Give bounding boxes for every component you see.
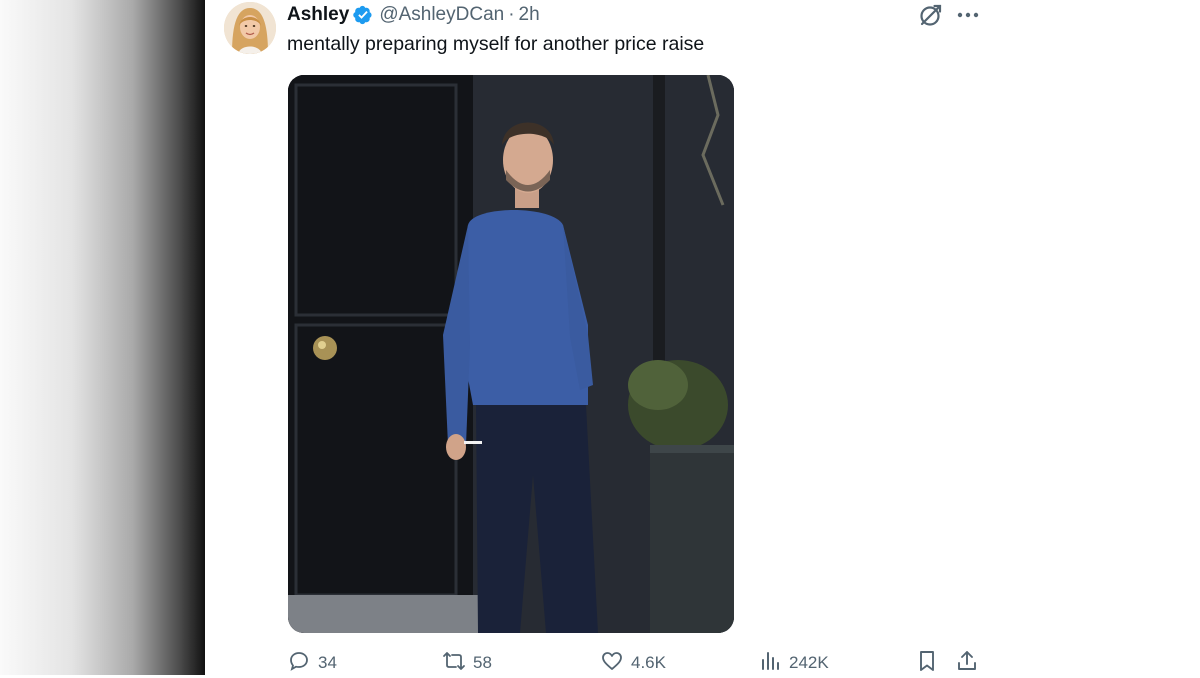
reply-count: 34 bbox=[318, 653, 337, 672]
like-button[interactable]: 4.6K bbox=[600, 648, 666, 678]
avatar[interactable] bbox=[224, 2, 276, 54]
reply-icon bbox=[287, 649, 311, 678]
repost-count: 58 bbox=[473, 653, 492, 672]
analytics-icon bbox=[758, 649, 782, 678]
tweet-photo[interactable] bbox=[288, 75, 734, 633]
tweet-actions: 34 58 4.6K 242K bbox=[205, 648, 1200, 678]
verified-badge-icon bbox=[353, 5, 373, 25]
tweet-header: Ashley @AshleyDCan · 2h bbox=[287, 2, 540, 28]
reply-button[interactable]: 34 bbox=[287, 648, 337, 678]
grok-icon[interactable] bbox=[918, 2, 944, 28]
like-count: 4.6K bbox=[631, 653, 666, 672]
author-handle[interactable]: @AshleyDCan bbox=[379, 4, 504, 26]
repost-icon bbox=[442, 649, 466, 678]
timestamp[interactable]: 2h bbox=[519, 4, 540, 26]
bookmark-icon bbox=[915, 649, 939, 678]
author-name[interactable]: Ashley bbox=[287, 4, 349, 26]
share-icon bbox=[955, 649, 979, 678]
more-icon[interactable] bbox=[955, 2, 981, 28]
views-count: 242K bbox=[789, 653, 829, 672]
heart-icon bbox=[600, 649, 624, 678]
left-background-shade bbox=[0, 0, 205, 675]
separator-dot: · bbox=[508, 4, 515, 25]
tweet-text: mentally preparing myself for another pr… bbox=[287, 33, 705, 55]
bookmark-button[interactable] bbox=[915, 648, 939, 678]
share-button[interactable] bbox=[955, 648, 979, 678]
tweet[interactable]: Ashley @AshleyDCan · 2h mentally prepari… bbox=[205, 0, 1200, 675]
repost-button[interactable]: 58 bbox=[442, 648, 492, 678]
views-button[interactable]: 242K bbox=[758, 648, 829, 678]
